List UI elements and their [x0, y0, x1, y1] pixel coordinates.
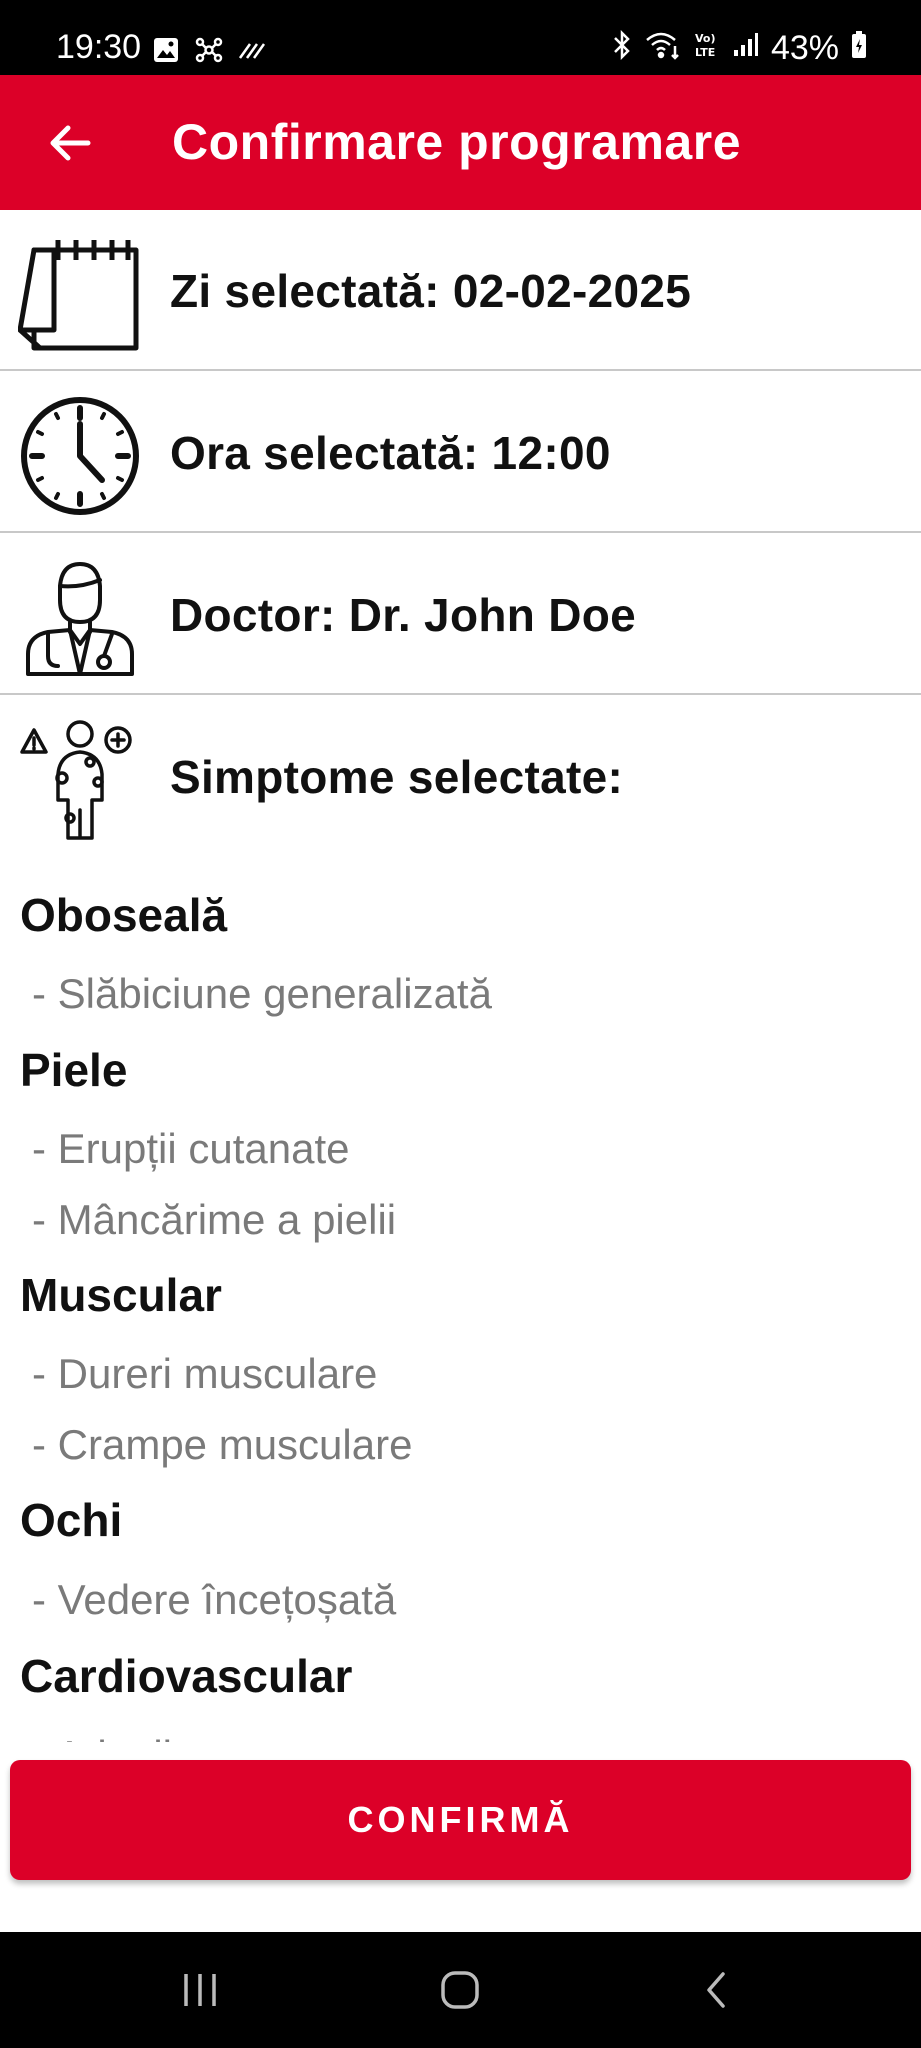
symptoms-heading: Simptome selectate:: [170, 750, 624, 803]
volte-icon: Vo) LTE: [693, 30, 721, 65]
gallery-icon: [152, 36, 180, 69]
date-row: Zi selectată: 02-02-2025: [0, 210, 921, 371]
home-icon: [441, 1971, 479, 2009]
system-nav-bar: [0, 1932, 921, 2048]
selected-time: Ora selectată: 12:00: [170, 426, 611, 479]
status-right-icons: Vo) LTE 43%: [611, 28, 867, 67]
data-saver-icon: [238, 38, 268, 67]
home-button[interactable]: [420, 1962, 500, 2018]
status-left-icons: [152, 36, 268, 69]
clock-icon: [18, 394, 142, 518]
selected-date: Zi selectată: 02-02-2025: [170, 264, 692, 317]
calendar-icon: [17, 232, 142, 356]
symptoms-icon: [18, 718, 142, 842]
symptom-category: Piele: [20, 1044, 128, 1096]
symptom-item: - Slăbiciune generalizată: [32, 970, 492, 1017]
arrow-left-icon: [50, 125, 91, 161]
doctor-icon: [18, 556, 142, 680]
symptom-category: Ochi: [20, 1494, 123, 1546]
recent-apps-button[interactable]: [160, 1962, 240, 2018]
app-bar: Confirmare programare: [0, 75, 921, 210]
nav-back-button[interactable]: [676, 1962, 756, 2018]
symptom-item: - Erupții cutanate: [32, 1125, 350, 1172]
signal-icon: [733, 32, 759, 63]
page-title: Confirmare programare: [172, 114, 741, 170]
svg-text:LTE: LTE: [695, 46, 715, 59]
symptom-category: Cardiovascular: [20, 1650, 353, 1702]
recent-apps-icon: [184, 1974, 216, 2006]
battery-percentage: 43%: [770, 28, 839, 67]
symptom-category: Oboseală: [20, 889, 228, 941]
symptom-item: - Dureri musculare: [32, 1350, 378, 1397]
symptom-item: - Aritmii: [32, 1732, 172, 1742]
bluetooth-icon: [611, 29, 633, 65]
doctor-name: Doctor: Dr. John Doe: [170, 588, 637, 641]
battery-icon: [851, 31, 867, 64]
symptoms-list[interactable]: Oboseală - Slăbiciune generalizată Piele…: [0, 860, 921, 1742]
svg-text:Vo): Vo): [695, 32, 716, 45]
wifi-icon: [645, 30, 681, 65]
status-bar: 19:30 Vo) LTE 43%: [0, 0, 921, 75]
back-button[interactable]: [40, 113, 100, 173]
symptom-item: - Crampe musculare: [32, 1421, 413, 1468]
network-icon: [194, 36, 224, 69]
doctor-row: Doctor: Dr. John Doe: [0, 534, 921, 695]
symptom-category: Muscular: [20, 1269, 222, 1321]
symptom-item: - Vedere încețoșată: [32, 1576, 397, 1623]
symptom-item: - Mâncărime a pielii: [32, 1196, 397, 1243]
status-time: 19:30: [56, 28, 142, 66]
symptoms-heading-row: Simptome selectate:: [0, 696, 921, 857]
confirm-button-label: CONFIRMĂ: [347, 1799, 574, 1840]
confirm-button[interactable]: CONFIRMĂ: [10, 1760, 911, 1880]
time-row: Ora selectată: 12:00: [0, 372, 921, 533]
back-icon: [707, 1972, 725, 2008]
